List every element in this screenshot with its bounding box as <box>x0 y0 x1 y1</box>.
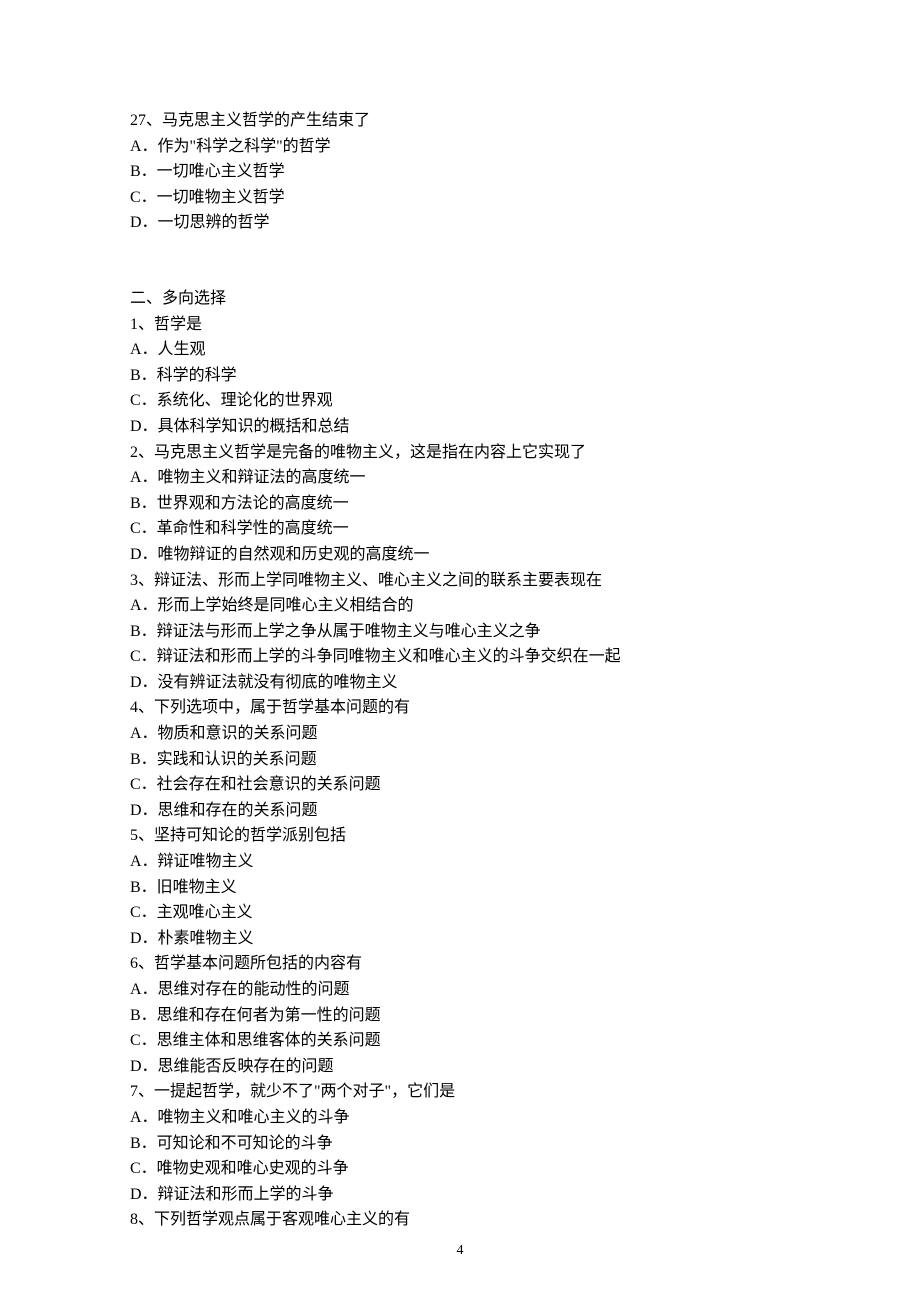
question-option: D．朴素唯物主义 <box>130 926 790 952</box>
question-option: A．物质和意识的关系问题 <box>130 721 790 747</box>
question-option: B．一切唯心主义哲学 <box>130 159 790 185</box>
question-stem: 4、下列选项中，属于哲学基本问题的有 <box>130 695 790 721</box>
question-option: C．辩证法和形而上学的斗争同唯物主义和唯心主义的斗争交织在一起 <box>130 644 790 670</box>
question-option: A．思维对存在的能动性的问题 <box>130 977 790 1003</box>
question-option: A．形而上学始终是同唯心主义相结合的 <box>130 593 790 619</box>
question-option: D．唯物辩证的自然观和历史观的高度统一 <box>130 542 790 568</box>
question-option: A．作为"科学之科学"的哲学 <box>130 134 790 160</box>
question-stem: 2、马克思主义哲学是完备的唯物主义，这是指在内容上它实现了 <box>130 440 790 466</box>
page-number: 4 <box>0 1240 920 1262</box>
question-option: B．思维和存在何者为第一性的问题 <box>130 1003 790 1029</box>
question-option: C．革命性和科学性的高度统一 <box>130 516 790 542</box>
question-option: B．辩证法与形而上学之争从属于唯物主义与唯心主义之争 <box>130 619 790 645</box>
question-option: A．人生观 <box>130 337 790 363</box>
question-option: B．世界观和方法论的高度统一 <box>130 491 790 517</box>
section-heading: 二、多向选择 <box>130 286 790 312</box>
section-gap <box>130 236 790 286</box>
question-option: A．唯物主义和唯心主义的斗争 <box>130 1105 790 1131</box>
question-stem: 7、一提起哲学，就少不了"两个对子"，它们是 <box>130 1079 790 1105</box>
document-page: 27、马克思主义哲学的产生结束了 A．作为"科学之科学"的哲学 B．一切唯心主义… <box>0 0 920 1233</box>
question-option: C．一切唯物主义哲学 <box>130 185 790 211</box>
question-stem: 6、哲学基本问题所包括的内容有 <box>130 951 790 977</box>
question-option: B．旧唯物主义 <box>130 875 790 901</box>
question-option: C．思维主体和思维客体的关系问题 <box>130 1028 790 1054</box>
question-stem: 27、马克思主义哲学的产生结束了 <box>130 108 790 134</box>
question-option: D．一切思辨的哲学 <box>130 210 790 236</box>
question-option: D．思维能否反映存在的问题 <box>130 1054 790 1080</box>
question-option: B．科学的科学 <box>130 363 790 389</box>
question-option: C．系统化、理论化的世界观 <box>130 388 790 414</box>
question-option: C．社会存在和社会意识的关系问题 <box>130 772 790 798</box>
question-option: C．主观唯心主义 <box>130 900 790 926</box>
question-stem: 1、哲学是 <box>130 312 790 338</box>
question-option: A．唯物主义和辩证法的高度统一 <box>130 465 790 491</box>
question-stem: 5、坚持可知论的哲学派别包括 <box>130 823 790 849</box>
question-option: A．辩证唯物主义 <box>130 849 790 875</box>
question-option: D．思维和存在的关系问题 <box>130 798 790 824</box>
question-option: B．实践和认识的关系问题 <box>130 747 790 773</box>
question-option: D．没有辨证法就没有彻底的唯物主义 <box>130 670 790 696</box>
question-stem: 8、下列哲学观点属于客观唯心主义的有 <box>130 1207 790 1233</box>
question-option: B．可知论和不可知论的斗争 <box>130 1131 790 1157</box>
question-stem: 3、辩证法、形而上学同唯物主义、唯心主义之间的联系主要表现在 <box>130 568 790 594</box>
question-option: D．具体科学知识的概括和总结 <box>130 414 790 440</box>
question-option: D．辩证法和形而上学的斗争 <box>130 1182 790 1208</box>
question-option: C．唯物史观和唯心史观的斗争 <box>130 1156 790 1182</box>
